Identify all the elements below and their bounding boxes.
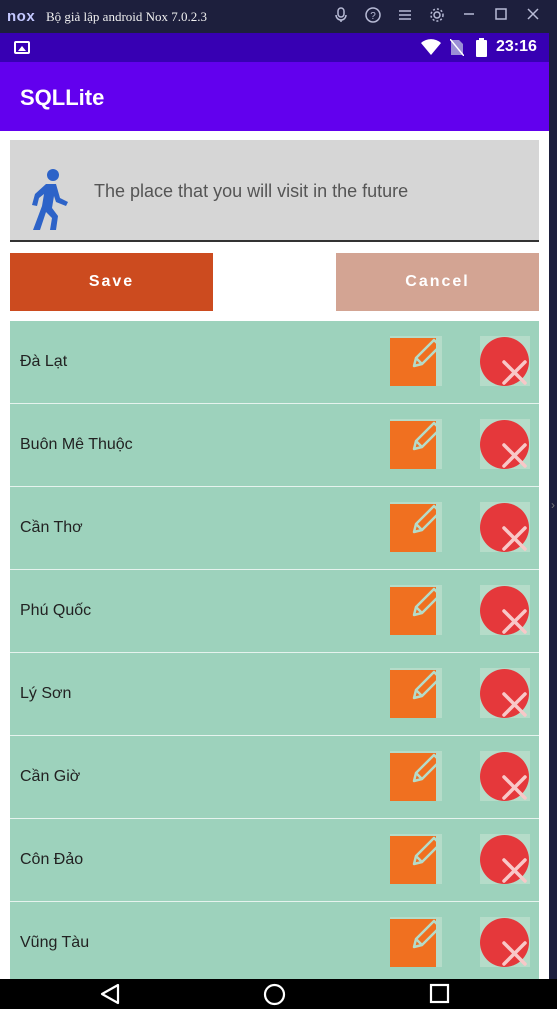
edit-button[interactable] — [390, 336, 442, 386]
list-item[interactable]: Côn Đảo — [10, 819, 539, 902]
place-name: Phú Quốc — [20, 602, 92, 619]
wifi-icon — [420, 38, 442, 61]
delete-button[interactable] — [480, 336, 530, 386]
delete-button[interactable] — [480, 419, 530, 469]
back-icon[interactable] — [99, 983, 121, 1009]
list-item[interactable]: Vũng Tàu — [10, 902, 539, 979]
help-icon[interactable]: ? — [364, 7, 382, 25]
status-bar: 23:16 — [0, 33, 549, 62]
delete-button[interactable] — [480, 585, 530, 635]
recents-icon[interactable] — [429, 983, 450, 1009]
place-name: Vũng Tàu — [20, 934, 90, 951]
delete-button[interactable] — [480, 917, 530, 967]
edit-button[interactable] — [390, 668, 442, 718]
maximize-icon[interactable] — [492, 7, 510, 25]
edit-button[interactable] — [390, 917, 442, 967]
no-sim-icon — [449, 38, 465, 61]
image-icon — [14, 41, 30, 54]
nox-logo: nox — [7, 8, 36, 25]
delete-button[interactable] — [480, 668, 530, 718]
list-item[interactable]: Cần Giờ — [10, 736, 539, 819]
app-title: SQLLite — [20, 85, 105, 110]
delete-button[interactable] — [480, 834, 530, 884]
list-item[interactable]: Cần Thơ — [10, 487, 539, 570]
place-name: Buôn Mê Thuộc — [20, 436, 133, 453]
emulator-title: Bộ giả lập android Nox 7.0.2.3 — [46, 9, 208, 24]
delete-button[interactable] — [480, 502, 530, 552]
list-item[interactable]: Lý Sơn — [10, 653, 539, 736]
svg-text:?: ? — [370, 11, 376, 22]
minimize-icon[interactable] — [460, 7, 478, 25]
edit-button[interactable] — [390, 585, 442, 635]
place-name: Cần Giờ — [20, 768, 81, 785]
mic-icon[interactable] — [332, 7, 350, 25]
save-button[interactable]: Save — [10, 253, 213, 311]
main-content: The place that you will visit in the fut… — [0, 131, 549, 979]
edit-button[interactable] — [390, 751, 442, 801]
app-bar: SQLLite — [0, 62, 549, 131]
list-item[interactable]: Đà Lạt — [10, 321, 539, 404]
delete-button[interactable] — [480, 751, 530, 801]
emulator-titlebar: nox Bộ giả lập android Nox 7.0.2.3 ? — [0, 0, 557, 33]
place-name: Lý Sơn — [20, 685, 72, 702]
place-name: Đà Lạt — [20, 353, 68, 370]
place-name: Cần Thơ — [20, 519, 83, 536]
edit-button[interactable] — [390, 834, 442, 884]
battery-icon — [476, 38, 487, 62]
edit-button[interactable] — [390, 502, 442, 552]
navigation-bar — [0, 979, 557, 1009]
walking-person-icon — [26, 168, 70, 232]
place-input[interactable]: The place that you will visit in the fut… — [10, 140, 539, 242]
home-icon[interactable] — [263, 983, 286, 1009]
list-item[interactable]: Phú Quốc — [10, 570, 539, 653]
cancel-button[interactable]: Cancel — [336, 253, 539, 311]
place-name: Côn Đảo — [20, 851, 84, 868]
close-icon[interactable] — [524, 7, 542, 25]
list-item[interactable]: Buôn Mê Thuộc — [10, 404, 539, 487]
edit-button[interactable] — [390, 419, 442, 469]
place-input-placeholder: The place that you will visit in the fut… — [94, 181, 409, 201]
status-time: 23:16 — [496, 38, 537, 55]
place-list: Đà Lạt Buôn Mê Thuộc Cần Thơ Phú Quốc Lý Sơn… — [10, 321, 539, 979]
side-expand-icon[interactable]: › — [549, 498, 557, 512]
menu-icon[interactable] — [396, 7, 414, 25]
settings-icon[interactable] — [428, 7, 446, 25]
